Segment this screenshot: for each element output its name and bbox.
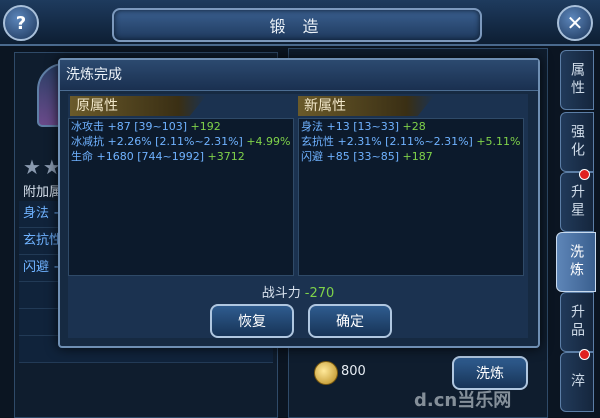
tab-enhance[interactable]: 强化 [560,112,594,172]
combat-power-value: -270 [304,286,335,301]
close-button[interactable]: ✕ [557,5,593,41]
list-item: 闪避 +85 [33~85] +187 [299,149,523,164]
old-attrs-heading: 原属性 [70,96,206,116]
list-item: 玄抗性 +2.31% [2.11%~2.31%] +5.11% [299,134,523,149]
attr-delta: +28 [402,120,426,133]
list-item: 冰攻击 +87 [39~103] +192 [69,119,293,134]
attr-base: 冰攻击 +87 [39~103] [71,120,187,133]
attr-base: 身法 +13 [13~33] [301,120,400,133]
list-item: 冰减抗 +2.26% [2.11%~2.31%] +4.99% [69,134,293,149]
dialog-title: 洗炼完成 [60,60,538,91]
confirm-button[interactable]: 确定 [308,304,392,338]
attr-base: 冰减抗 +2.26% [2.11%~2.31%] [71,135,243,148]
window-title: 锻 造 [112,8,482,42]
tab-upgrade-quality[interactable]: 升品 [560,292,594,352]
tab-temper[interactable]: 淬 [560,349,594,412]
watermark: d.cn当乐网 [414,390,512,411]
new-attrs-box: 身法 +13 [13~33] +28 玄抗性 +2.31% [2.11%~2.3… [298,118,524,276]
tab-label: 属性 [569,62,585,98]
attr-base: 闪避 +85 [33~85] [301,150,400,163]
question-mark-icon: ? [15,12,27,34]
tab-label: 强化 [569,124,585,160]
close-icon: ✕ [566,11,584,35]
tab-label: 洗炼 [568,244,584,280]
attr-delta: +5.11% [476,135,521,148]
dialog-body: 原属性 新属性 冰攻击 +87 [39~103] +192 冰减抗 +2.26%… [68,94,528,338]
old-attrs-box: 冰攻击 +87 [39~103] +192 冰减抗 +2.26% [2.11%~… [68,118,294,276]
side-tabs: 属性 强化 升星 洗炼 升品 淬 [556,44,600,416]
star-rating-icon: ★★ [23,155,63,179]
attr-delta: +192 [190,120,221,133]
title-bar: 锻 造 [0,0,600,46]
attr-base: 生命 +1680 [744~1992] [71,150,204,163]
tab-label: 升星 [569,184,585,220]
combat-power-label: 战斗力 [261,286,301,301]
attr-delta: +4.99% [246,135,291,148]
tab-refine[interactable]: 洗炼 [556,232,596,292]
notification-dot [579,169,590,180]
coin-icon [314,361,338,385]
new-attrs-heading: 新属性 [298,96,434,116]
help-button[interactable]: ? [3,5,39,41]
notification-dot [579,349,590,360]
extra-attr-label: 附加属 [23,185,63,200]
tab-attributes[interactable]: 属性 [560,50,594,110]
restore-button[interactable]: 恢复 [210,304,294,338]
combat-power: 战斗力 -270 [68,282,528,301]
attr-base: 玄抗性 +2.31% [2.11%~2.31%] [301,135,473,148]
coin-amount: 800 [341,364,366,379]
attr-delta: +3712 [207,150,245,163]
attr-delta: +187 [402,150,433,163]
tab-label: 淬 [569,373,585,391]
tab-label: 升品 [569,304,585,340]
refine-complete-dialog: 洗炼完成 原属性 新属性 冰攻击 +87 [39~103] +192 冰减抗 +… [58,58,540,348]
tab-star-up[interactable]: 升星 [560,169,594,232]
refine-button[interactable]: 洗炼 [452,356,528,390]
list-item: 身法 +13 [13~33] +28 [299,119,523,134]
list-item: 生命 +1680 [744~1992] +3712 [69,149,293,164]
